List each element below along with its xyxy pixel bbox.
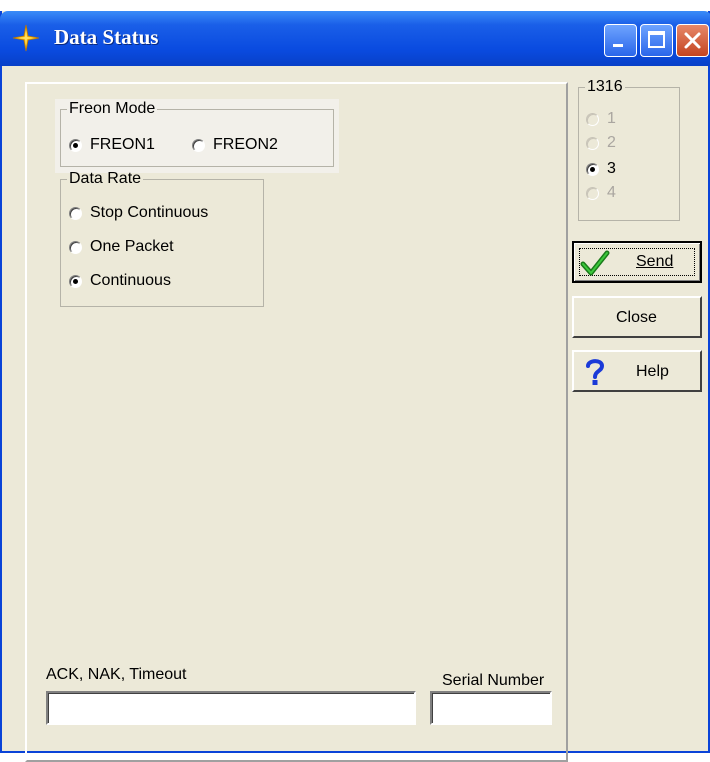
radio-unit-4-label: 4 bbox=[607, 184, 616, 201]
radio-freon2[interactable]: FREON2 bbox=[192, 135, 278, 155]
checkmark-icon bbox=[580, 250, 610, 276]
radio-one-packet-label: One Packet bbox=[90, 238, 174, 255]
close-button[interactable]: Close bbox=[572, 296, 702, 338]
radio-indicator bbox=[69, 274, 82, 288]
radio-stop-continuous[interactable]: Stop Continuous bbox=[69, 203, 208, 223]
radio-unit-1[interactable]: 1 bbox=[586, 109, 616, 129]
close-icon bbox=[684, 32, 701, 49]
radio-indicator bbox=[69, 240, 82, 254]
unit-1316-legend: 1316 bbox=[587, 78, 623, 95]
freon-mode-legend: Freon Mode bbox=[69, 100, 156, 117]
close-window-button[interactable] bbox=[676, 24, 709, 57]
title-bar[interactable]: Data Status bbox=[0, 11, 710, 66]
radio-indicator bbox=[586, 186, 599, 200]
radio-indicator bbox=[586, 112, 599, 126]
freon-mode-group: Freon Mode bbox=[60, 101, 334, 167]
close-button-label: Close bbox=[616, 309, 657, 326]
data-rate-legend: Data Rate bbox=[69, 170, 142, 187]
send-button-label: Send bbox=[636, 253, 674, 270]
radio-indicator bbox=[69, 138, 82, 152]
radio-indicator bbox=[69, 206, 82, 220]
window-title: Data Status bbox=[54, 25, 159, 49]
ack-nak-timeout-label: ACK, NAK, Timeout bbox=[46, 666, 187, 683]
maximize-icon bbox=[648, 31, 665, 48]
help-button[interactable]: Help bbox=[572, 350, 702, 392]
radio-freon1[interactable]: FREON1 bbox=[69, 135, 155, 155]
radio-continuous[interactable]: Continuous bbox=[69, 271, 171, 291]
radio-stop-continuous-label: Stop Continuous bbox=[90, 204, 209, 221]
maximize-button[interactable] bbox=[640, 24, 673, 57]
radio-indicator bbox=[192, 138, 205, 152]
minimize-icon bbox=[613, 44, 623, 47]
send-button[interactable]: Send bbox=[572, 241, 702, 283]
serial-number-field[interactable] bbox=[430, 691, 552, 725]
radio-unit-3-label: 3 bbox=[607, 160, 616, 177]
question-mark-icon bbox=[586, 359, 605, 385]
radio-indicator bbox=[586, 136, 599, 150]
serial-number-label: Serial Number bbox=[442, 672, 545, 689]
help-button-label: Help bbox=[636, 363, 669, 380]
radio-unit-3[interactable]: 3 bbox=[586, 159, 616, 179]
radio-indicator bbox=[586, 162, 599, 176]
ack-nak-timeout-field[interactable] bbox=[46, 691, 416, 725]
radio-unit-2-label: 2 bbox=[607, 134, 616, 151]
radio-one-packet[interactable]: One Packet bbox=[69, 237, 174, 257]
radio-unit-2[interactable]: 2 bbox=[586, 133, 616, 153]
radio-freon1-label: FREON1 bbox=[90, 136, 155, 153]
radio-unit-4[interactable]: 4 bbox=[586, 183, 616, 203]
radio-freon2-label: FREON2 bbox=[213, 136, 278, 153]
minimize-button[interactable] bbox=[604, 24, 637, 57]
radio-continuous-label: Continuous bbox=[90, 272, 171, 289]
crosshair-star-icon bbox=[12, 24, 40, 52]
data-status-window: Data Status Freon Mode FREON1 FREON2 Dat… bbox=[0, 11, 710, 762]
radio-unit-1-label: 1 bbox=[607, 110, 616, 127]
